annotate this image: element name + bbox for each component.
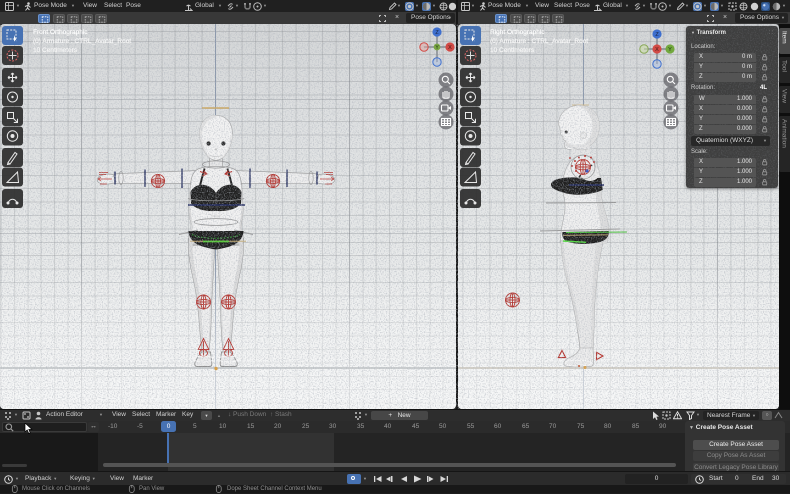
svg-text:Y: Y <box>668 47 672 53</box>
svg-text:X: X <box>655 47 659 53</box>
svg-text:X: X <box>448 45 452 51</box>
